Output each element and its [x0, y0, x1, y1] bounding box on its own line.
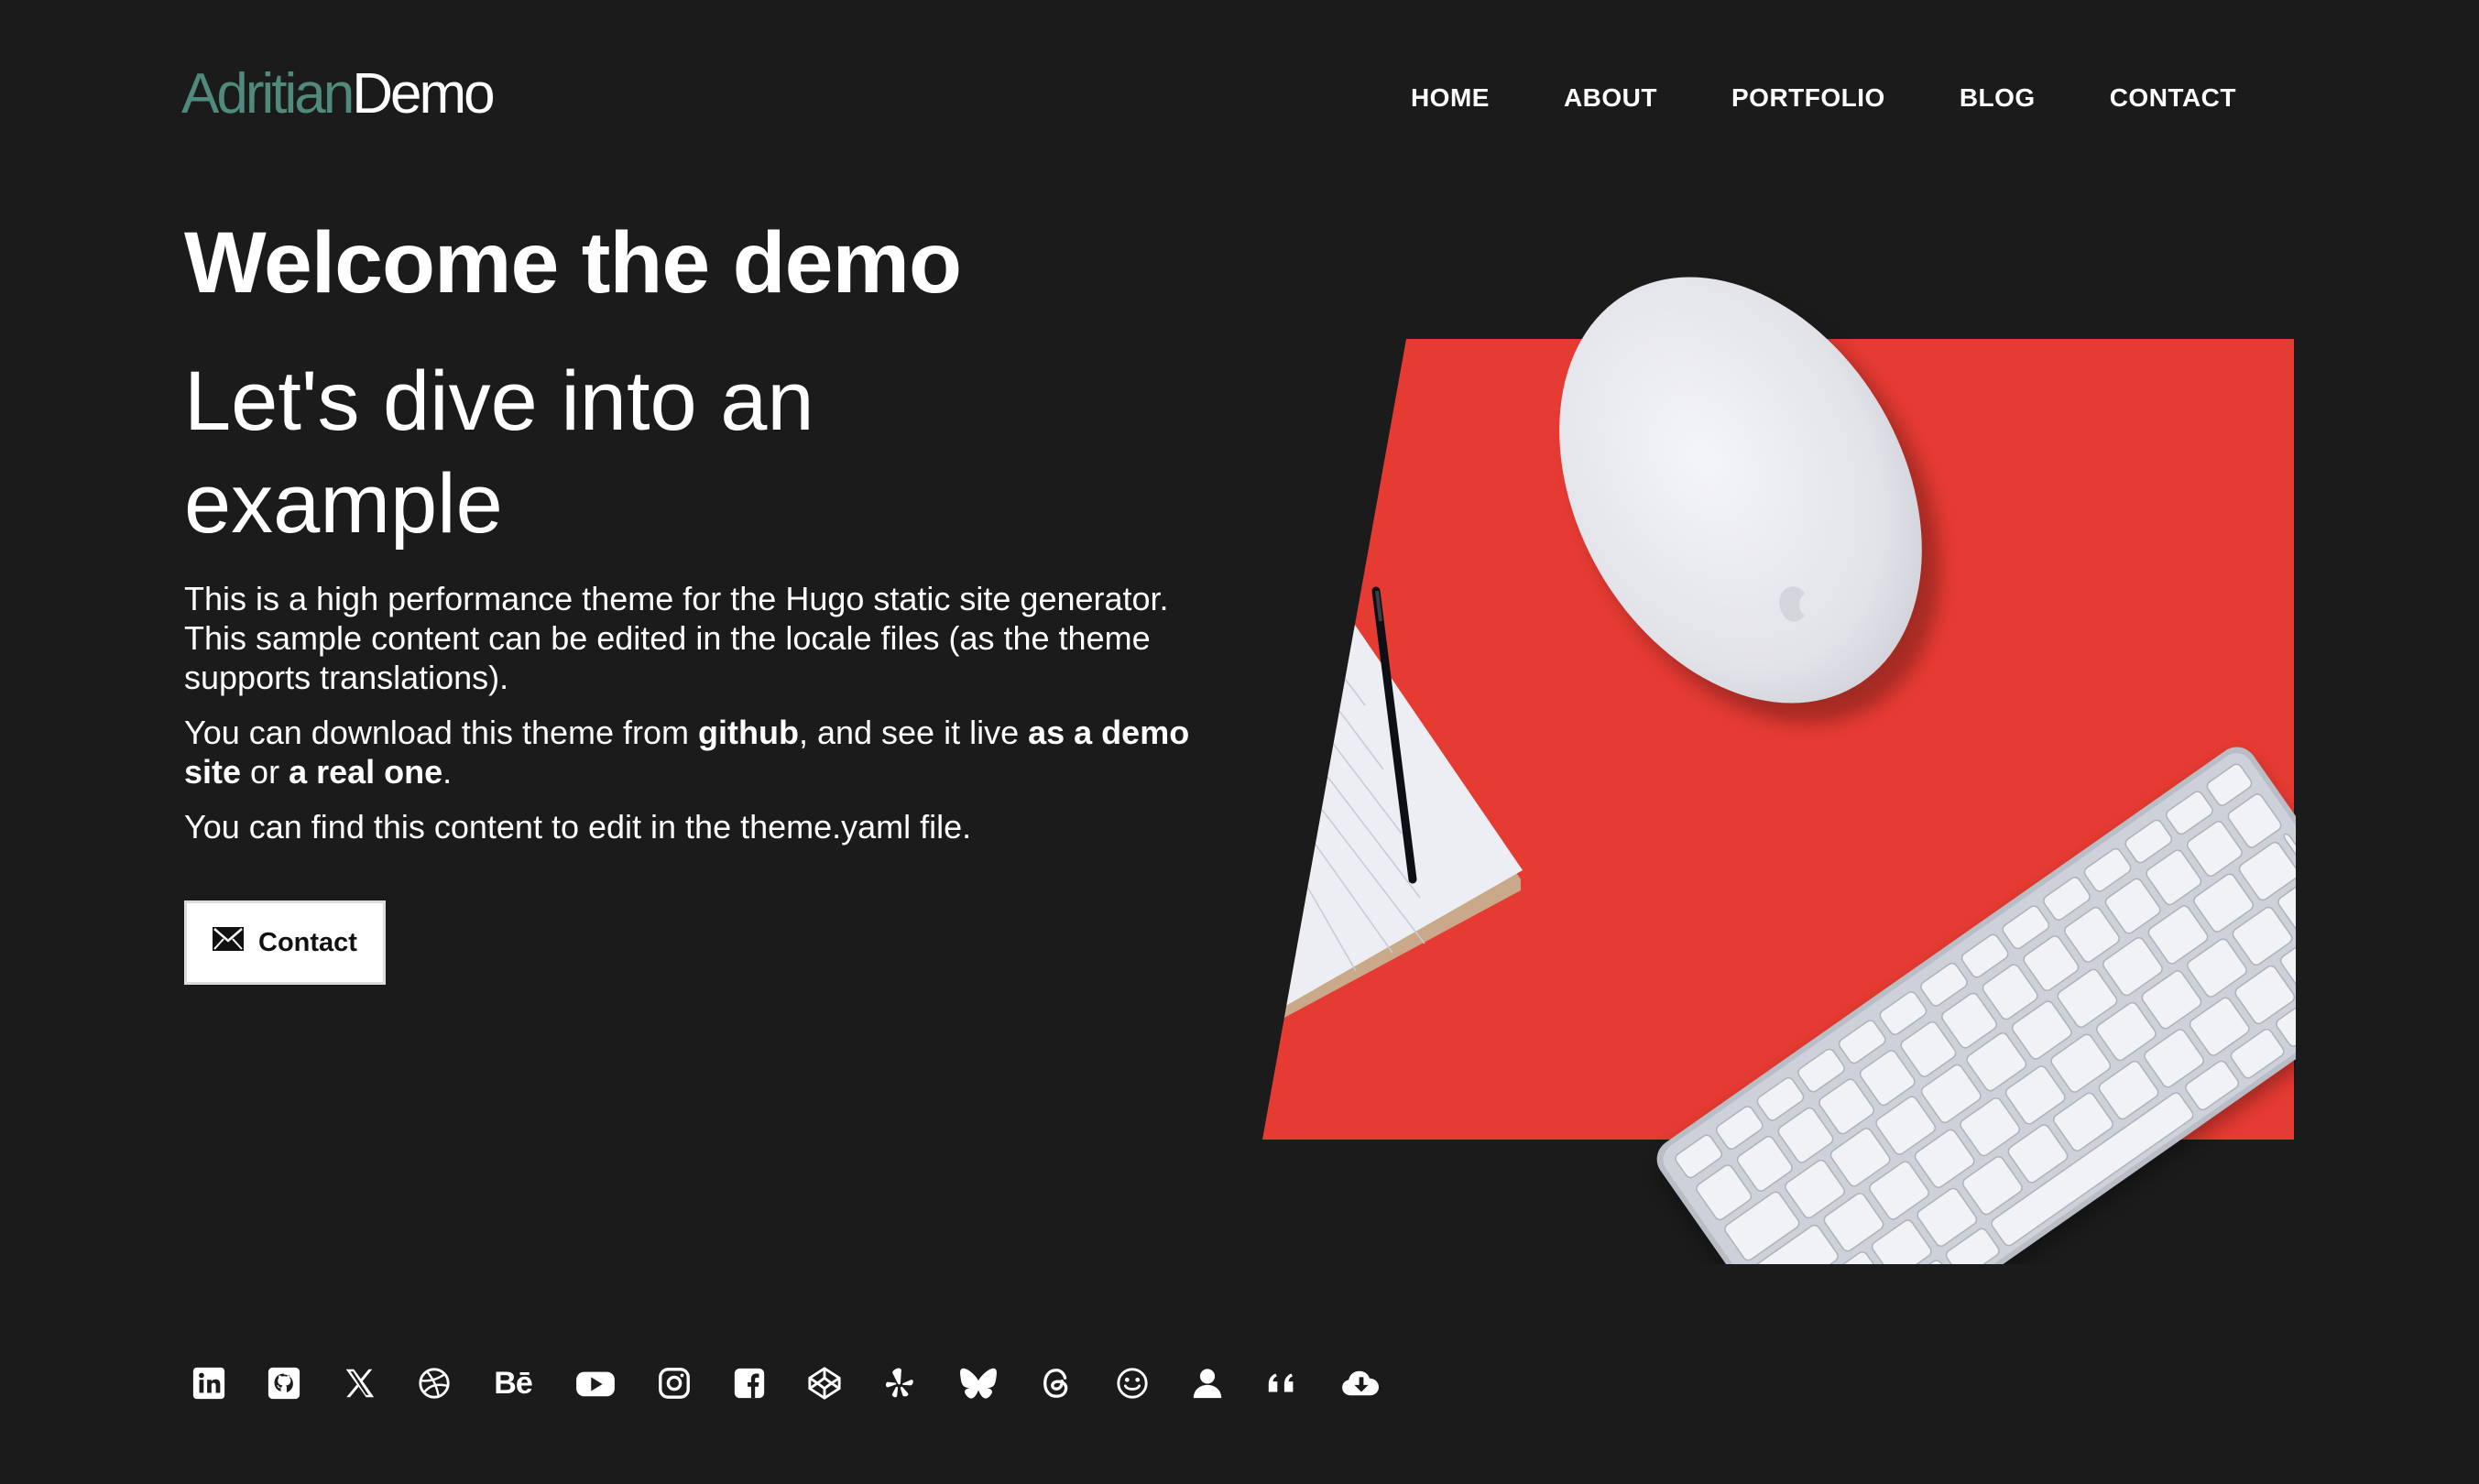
paragraph-text: You can download this theme from [184, 714, 699, 751]
main-nav: HOME ABOUT PORTFOLIO BLOG CONTACT [1411, 83, 2236, 113]
quote-icon[interactable] [1264, 1365, 1301, 1402]
yelp-icon[interactable] [881, 1365, 918, 1402]
codepen-icon[interactable] [806, 1365, 843, 1402]
instagram-icon[interactable] [656, 1365, 693, 1402]
linkedin-icon[interactable] [191, 1365, 227, 1402]
contact-button[interactable]: Contact [184, 900, 386, 985]
behance-icon[interactable]: Bē [491, 1365, 535, 1402]
nav-about[interactable]: ABOUT [1564, 83, 1657, 113]
social-links: Bē [191, 1365, 1383, 1402]
hero-section: Welcome the demo Let's dive into an exam… [184, 213, 1219, 846]
hero-image [1262, 277, 2296, 1264]
threads-icon[interactable] [1039, 1365, 1076, 1402]
nav-portfolio[interactable]: PORTFOLIO [1731, 83, 1885, 113]
facebook-icon[interactable] [731, 1365, 768, 1402]
paragraph-text: . [442, 753, 453, 791]
nav-blog[interactable]: BLOG [1960, 83, 2036, 113]
github-icon[interactable] [266, 1365, 302, 1402]
user-icon[interactable] [1189, 1365, 1226, 1402]
envelope-icon [213, 927, 245, 958]
smile-icon[interactable] [1114, 1365, 1151, 1402]
youtube-icon[interactable] [573, 1365, 617, 1402]
nav-contact[interactable]: CONTACT [2110, 83, 2236, 113]
cloud-download-icon[interactable] [1339, 1365, 1383, 1402]
paragraph-text: , and see it live [798, 714, 1029, 751]
hero-paragraph-intro: This is a high performance theme for the… [184, 580, 1169, 696]
contact-button-label: Contact [258, 927, 357, 957]
bluesky-icon[interactable] [956, 1365, 1000, 1402]
logo-suffix-text: Demo [352, 62, 495, 125]
site-logo[interactable]: AdritianDemo [181, 66, 496, 123]
logo-brand-text: Adritian [181, 62, 355, 125]
hero-title: Welcome the demo [184, 214, 962, 311]
dribbble-icon[interactable] [416, 1365, 453, 1402]
github-link[interactable]: github [698, 714, 799, 751]
x-icon[interactable] [341, 1365, 377, 1402]
hero-subtitle: Let's dive into an example [184, 355, 814, 551]
paragraph-text: or [241, 753, 289, 791]
real-site-link[interactable]: a real one [289, 753, 442, 791]
hero-paragraph-edit: You can find this content to edit in the… [184, 808, 972, 846]
nav-home[interactable]: HOME [1411, 83, 1490, 113]
hero-paragraph-download: You can download this theme from github,… [184, 713, 1219, 791]
